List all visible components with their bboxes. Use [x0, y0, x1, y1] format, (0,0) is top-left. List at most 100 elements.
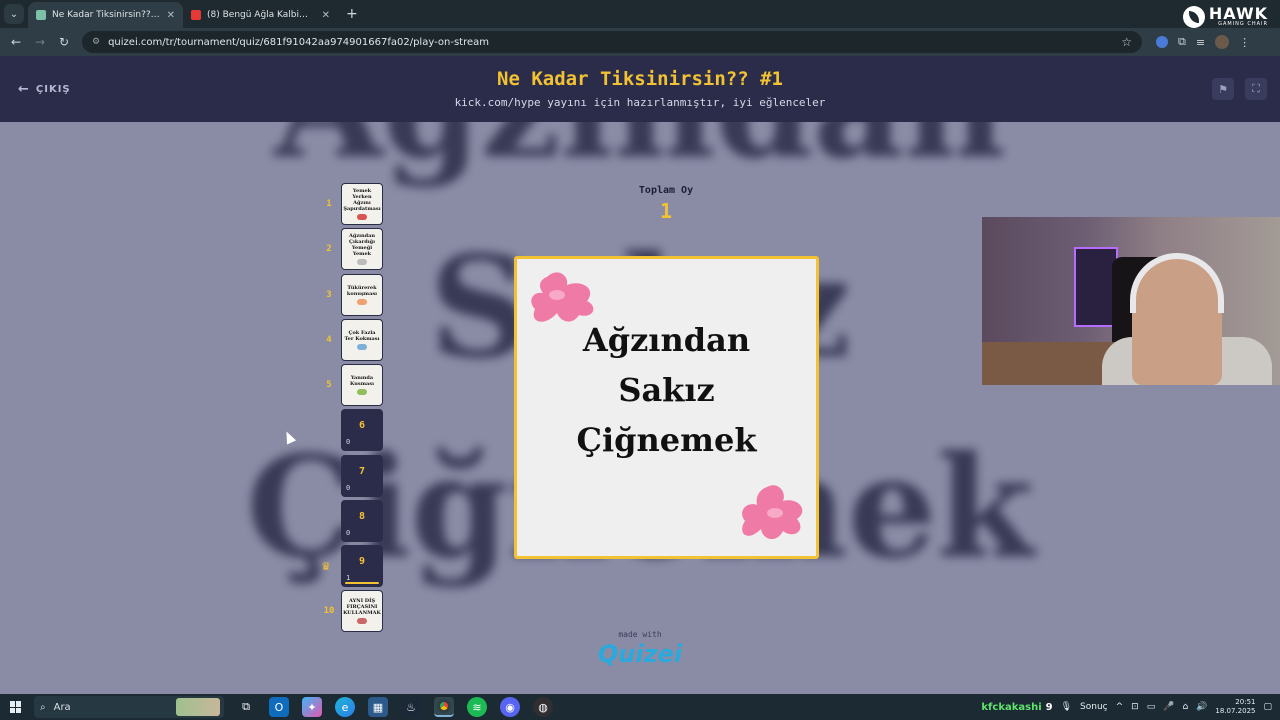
- chevron-up-icon[interactable]: ^: [1116, 702, 1124, 712]
- reload-icon[interactable]: ↻: [52, 35, 76, 49]
- slot-illustration: [357, 214, 367, 220]
- bracket-slot-3[interactable]: Tükürerek konuşması: [341, 274, 383, 316]
- bracket-slot-10[interactable]: AYNI DİŞ FIRÇASINI KULLANMAK: [341, 590, 383, 632]
- bracket-slot-5[interactable]: Yanında Kusması: [341, 364, 383, 406]
- bracket-slot-2[interactable]: Ağzından Çıkardığı Yemeği Yemek: [341, 228, 383, 270]
- url-text: quizei.com/tr/tournament/quiz/681f91042a…: [108, 36, 489, 48]
- vote-progress-bar: [345, 582, 379, 584]
- slot-number: 9: [358, 556, 366, 567]
- media-list-icon[interactable]: ≡: [1196, 36, 1205, 49]
- slot-illustration: [357, 299, 367, 305]
- player-name: kfckakashi: [981, 701, 1042, 713]
- notification-icon[interactable]: ▢: [1263, 702, 1272, 712]
- windows-taskbar: ⌕ Ara ⧉ O ✦ e ▦ ♨ ≋ ◉ ◍ kfckakashi 9 🎙 So…: [0, 694, 1280, 720]
- browser-tab-quizei[interactable]: Ne Kadar Tiksinirsin?? #1 - Quizei ✕: [28, 2, 183, 28]
- site-info-icon[interactable]: ⚙: [92, 37, 100, 47]
- slot-illustration: [357, 259, 367, 265]
- player-score: 9: [1045, 701, 1053, 713]
- copilot-icon[interactable]: ✦: [302, 697, 322, 717]
- close-icon[interactable]: ✕: [167, 10, 175, 21]
- rank-number: 5: [326, 380, 332, 390]
- bracket-slot-4[interactable]: Çok Fazla Ter Kokması: [341, 319, 383, 361]
- puzzle-icon[interactable]: ⧉: [1178, 35, 1186, 49]
- clock[interactable]: 20:51 18.07.2025: [1215, 698, 1255, 716]
- bracket-slot-7[interactable]: 7 0: [341, 455, 383, 497]
- bracket-slot-1[interactable]: Yemek Yerken Ağzını Şapırdatması: [341, 183, 383, 225]
- spotify-icon[interactable]: ≋: [467, 697, 487, 717]
- chrome-icon[interactable]: [434, 697, 454, 717]
- kebab-menu-icon[interactable]: ⋮: [1239, 36, 1250, 49]
- rank-number: 2: [326, 244, 332, 254]
- network-icon[interactable]: ⌂: [1182, 702, 1188, 712]
- address-bar[interactable]: ⚙ quizei.com/tr/tournament/quiz/681f9104…: [82, 31, 1142, 53]
- slot-label: Yemek Yerken Ağzını Şapırdatması: [343, 188, 381, 212]
- volume-icon[interactable]: 🔊: [1196, 702, 1207, 712]
- bracket-slot-8[interactable]: 8 0: [341, 500, 383, 542]
- new-tab-button[interactable]: +: [346, 6, 358, 22]
- bracket-slot-9[interactable]: 9 1: [341, 545, 383, 587]
- taskbar-apps: ⧉ O ✦ e ▦ ♨ ≋ ◉ ◍: [236, 697, 553, 717]
- task-view-icon[interactable]: ⧉: [236, 697, 256, 717]
- item-line-2: Sakız: [618, 371, 715, 409]
- slot-vote-count: 0: [346, 438, 351, 446]
- player-score-overlay: kfckakashi 9: [981, 702, 1052, 713]
- camera-tray-icon[interactable]: ⊡: [1131, 702, 1139, 712]
- tab-title: Ne Kadar Tiksinirsin?? #1 - Quizei: [52, 10, 161, 20]
- back-arrow-icon[interactable]: ←: [4, 35, 28, 49]
- taskbar-search[interactable]: ⌕ Ara: [34, 696, 224, 718]
- toolbar-icons: ⧉ ≡ ⋮: [1156, 35, 1250, 49]
- outlook-icon[interactable]: O: [269, 697, 289, 717]
- browser-toolbar: ← → ↻ ⚙ quizei.com/tr/tournament/quiz/68…: [0, 28, 1280, 56]
- quiz-title: Ne Kadar Tiksinirsin?? #1: [497, 68, 783, 90]
- forward-arrow-icon[interactable]: →: [28, 35, 52, 49]
- microphone-icon[interactable]: 🎤: [1163, 702, 1174, 712]
- quiz-header: ← ÇIKIŞ Ne Kadar Tiksinirsin?? #1 kick.c…: [0, 56, 1280, 122]
- slot-illustration: [357, 344, 367, 350]
- edge-icon[interactable]: e: [335, 697, 355, 717]
- brand-name: HAWK: [1208, 4, 1268, 23]
- report-flag-button[interactable]: ⚑: [1212, 78, 1234, 100]
- tab-search-button[interactable]: ⌄: [4, 4, 24, 24]
- browser-tab-strip: ⌄ Ne Kadar Tiksinirsin?? #1 - Quizei ✕ (…: [0, 0, 1280, 28]
- steam-icon[interactable]: ♨: [401, 697, 421, 717]
- pink-splash-bottom: [742, 485, 803, 540]
- obs-icon[interactable]: ◍: [533, 697, 553, 717]
- tab-title: (8) Bengü Ağla Kalbim FULL BMG: [207, 10, 316, 20]
- rank-number: 4: [326, 335, 332, 345]
- close-icon[interactable]: ✕: [322, 10, 330, 21]
- slot-illustration: [357, 618, 367, 624]
- chevron-down-icon: ⌄: [9, 8, 19, 20]
- rank-number: 3: [326, 290, 332, 300]
- current-item-card[interactable]: Ağzından Sakız Çiğnemek: [514, 256, 819, 559]
- slot-number: 6: [358, 420, 366, 431]
- discord-icon[interactable]: ◉: [500, 697, 520, 717]
- item-line-1: Ağzından: [582, 321, 751, 359]
- extension-icon[interactable]: [1156, 36, 1168, 48]
- widget-icon[interactable]: 🎙: [1061, 702, 1072, 712]
- time: 20:51: [1235, 698, 1256, 706]
- fullscreen-icon: ⛶: [1252, 82, 1260, 95]
- flag-icon: ⚑: [1218, 82, 1228, 96]
- total-votes-value: 1: [659, 199, 673, 223]
- crown-icon: ♛: [321, 560, 331, 573]
- made-with-label: made with: [618, 630, 662, 639]
- youtube-favicon-icon: [191, 10, 201, 20]
- fullscreen-button[interactable]: ⛶: [1245, 78, 1267, 100]
- bookmark-star-icon[interactable]: ☆: [1121, 35, 1132, 49]
- slot-label: Ağzından Çıkardığı Yemeği Yemek: [348, 233, 376, 257]
- battery-icon[interactable]: ▭: [1147, 702, 1156, 712]
- browser-tab-youtube[interactable]: (8) Bengü Ağla Kalbim FULL BMG ✕: [183, 2, 338, 28]
- date: 18.07.2025: [1215, 707, 1256, 715]
- store-icon[interactable]: ▦: [368, 697, 388, 717]
- profile-avatar[interactable]: [1215, 35, 1230, 49]
- windows-start-icon[interactable]: [10, 701, 22, 713]
- quizei-logo[interactable]: Quizei: [540, 640, 740, 668]
- rank-number: 1: [326, 199, 332, 209]
- webcam-overlay: [982, 217, 1280, 385]
- quiz-subtitle: kick.com/hype yayını için hazırlanmıştır…: [454, 96, 826, 109]
- widget-label[interactable]: Sonuç: [1080, 702, 1108, 712]
- slot-label: AYNI DİŞ FIRÇASINI KULLANMAK: [343, 598, 381, 616]
- item-line-3: Çiğnemek: [576, 421, 757, 459]
- rank-number: 10: [323, 606, 335, 616]
- bracket-slot-6[interactable]: 6 0: [341, 409, 383, 451]
